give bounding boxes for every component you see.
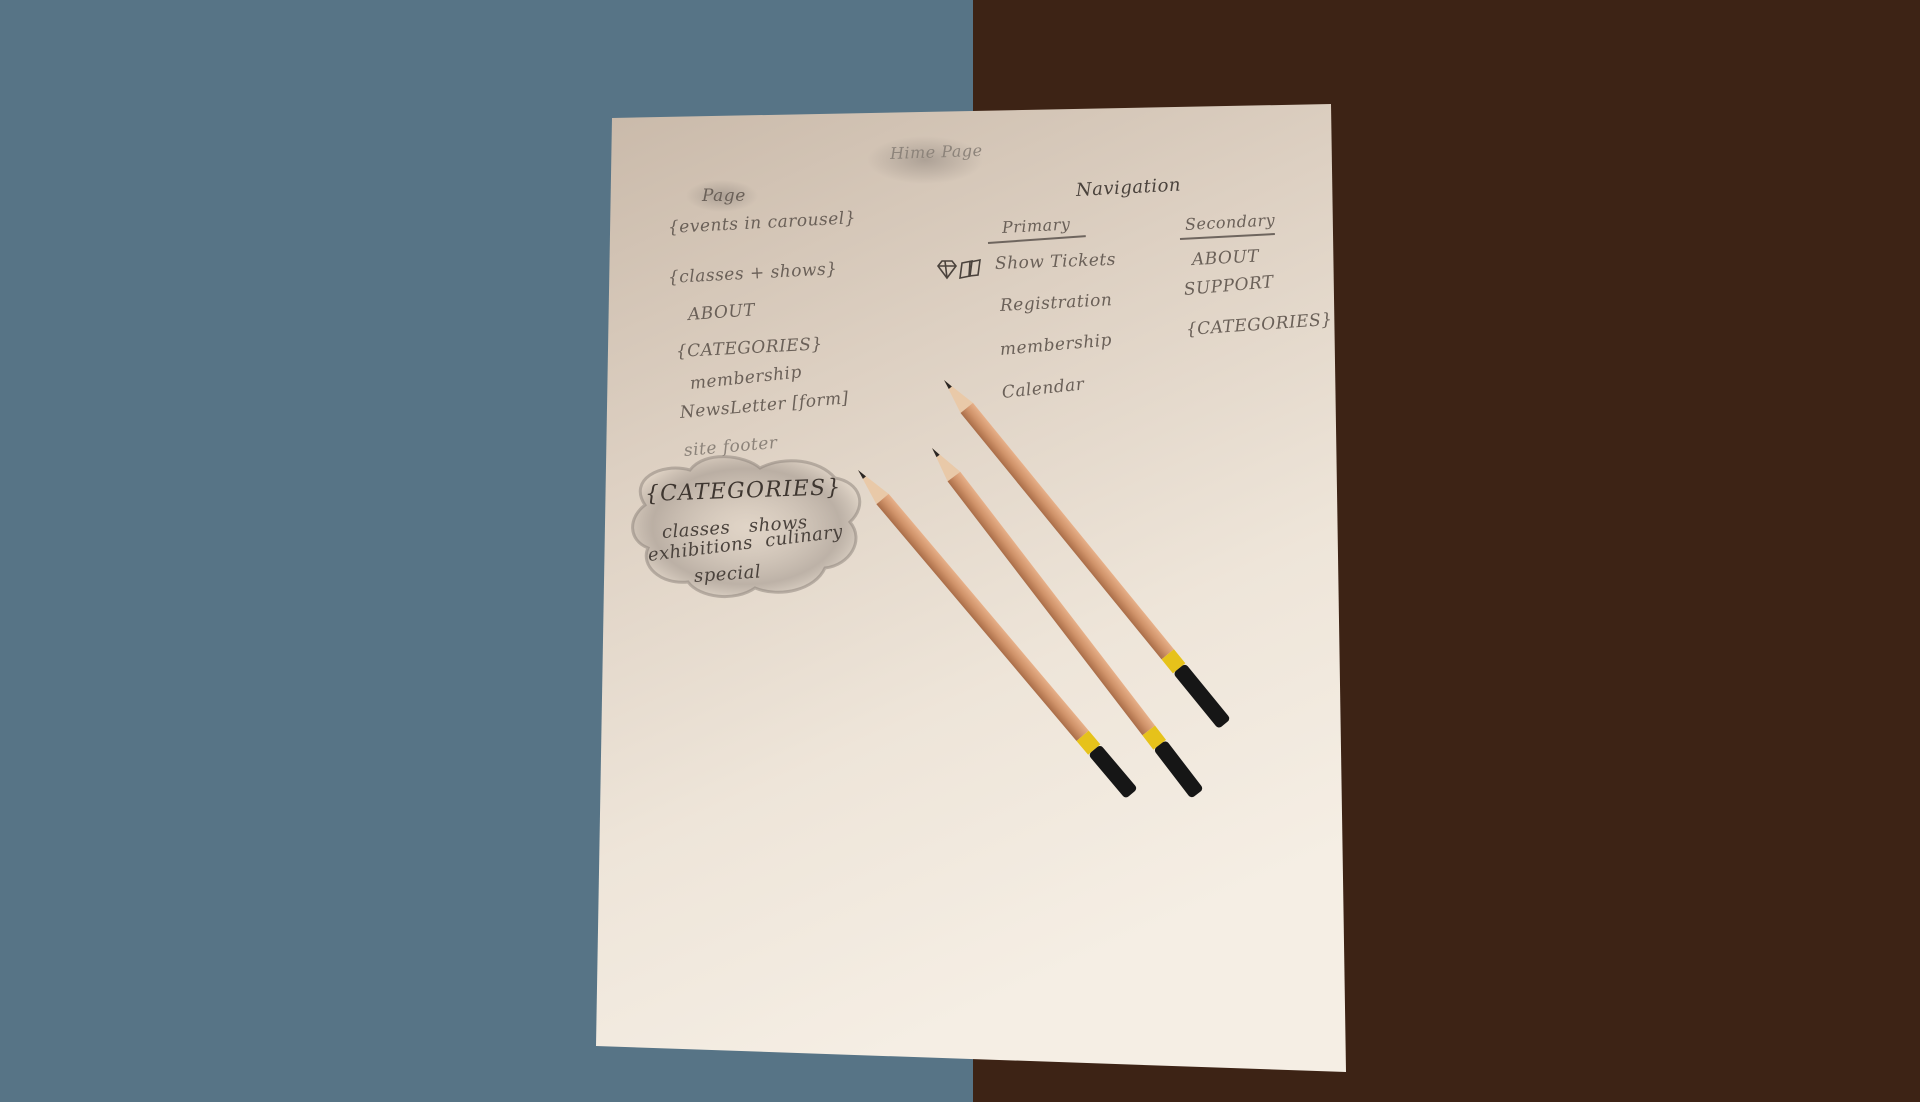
primary-icons bbox=[936, 258, 981, 280]
primary-heading: Primary bbox=[1001, 214, 1071, 237]
secondary-item-about: ABOUT bbox=[1191, 246, 1260, 270]
primary-item-show-tickets: Show Tickets bbox=[994, 249, 1117, 274]
sketch-paper bbox=[596, 104, 1346, 1072]
ticket-icon bbox=[959, 258, 981, 280]
sketch-title: Hime Page bbox=[889, 140, 983, 163]
diamond-icon bbox=[936, 260, 958, 280]
page-heading: Page bbox=[702, 186, 746, 206]
